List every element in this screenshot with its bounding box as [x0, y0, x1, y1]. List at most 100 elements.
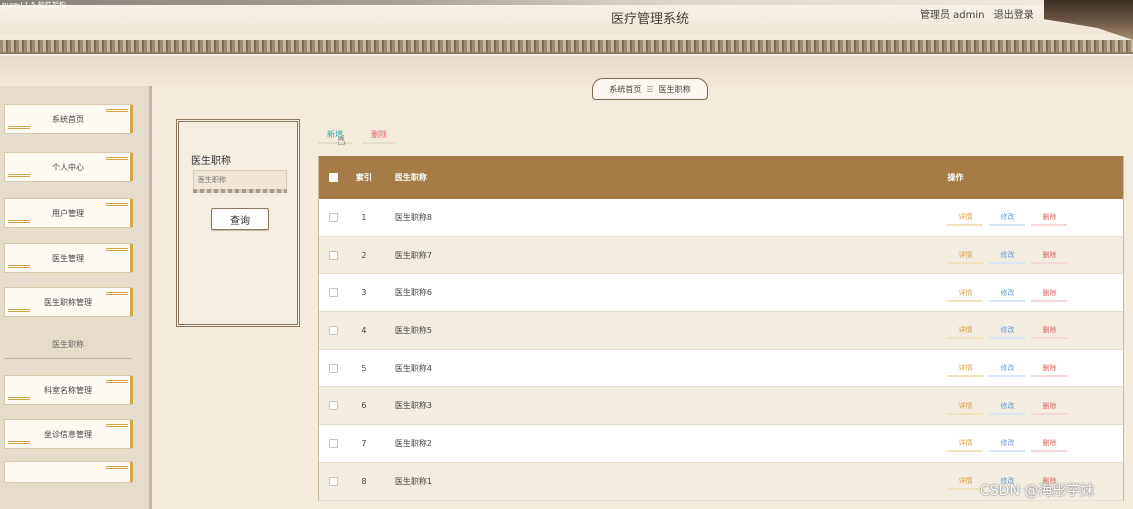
- search-panel: 医生职称 查询: [176, 119, 300, 327]
- row-delete-button[interactable]: 删除: [1031, 434, 1068, 453]
- row-checkbox-cell: [319, 363, 349, 373]
- table-row: 4 医生职称5 详情 修改 删除: [319, 312, 1123, 350]
- add-button[interactable]: 新增: [318, 124, 352, 144]
- row-checkbox[interactable]: [329, 250, 339, 260]
- item-edge-bar: [130, 105, 133, 133]
- row-delete-button[interactable]: 删除: [1031, 208, 1068, 227]
- sidebar-item-label: 个人中心: [52, 162, 84, 172]
- ribbon-decoration-icon: [106, 109, 128, 112]
- sidebar-item-label: 医生职称管理: [44, 297, 92, 307]
- breadcrumb-home[interactable]: 系统首页: [609, 84, 641, 95]
- row-name: 医生职称6: [394, 288, 432, 298]
- ribbon-decoration-icon: [8, 309, 30, 312]
- row-name: 医生职称3: [394, 401, 432, 411]
- sidebar-item-profile[interactable]: 个人中心: [4, 152, 133, 182]
- select-all-checkbox[interactable]: [329, 173, 339, 182]
- header-name: 医生职称: [394, 173, 427, 182]
- ribbon-decoration-icon: [106, 380, 128, 383]
- row-checkbox[interactable]: [329, 401, 339, 411]
- search-button[interactable]: 查询: [211, 208, 269, 230]
- row-index: 8: [361, 476, 367, 486]
- row-index: 6: [361, 401, 367, 411]
- detail-button[interactable]: 详情: [947, 284, 984, 302]
- row-index: 5: [361, 363, 367, 373]
- row-delete-button[interactable]: 删除: [1031, 397, 1068, 415]
- table-row: 3 医生职称6 详情 修改 删除: [319, 274, 1123, 313]
- row-index: 2: [361, 250, 367, 260]
- item-edge-bar: [130, 376, 133, 404]
- edit-button[interactable]: 修改: [989, 434, 1026, 453]
- row-checkbox-cell: [319, 401, 349, 411]
- table-header: 索引 医生职称 操作: [319, 156, 1123, 199]
- breadcrumb-current: 医生职称: [658, 84, 691, 94]
- sidebar-item-label: 科室名称管理: [44, 385, 92, 395]
- row-checkbox[interactable]: [329, 288, 339, 298]
- sidebar-subitem-doctor-title[interactable]: 医生职称: [4, 331, 132, 359]
- sidebar-item-doctor-titles[interactable]: 医生职称管理: [4, 287, 133, 317]
- detail-button[interactable]: 详情: [947, 246, 984, 265]
- detail-button[interactable]: 详情: [947, 472, 984, 491]
- edit-button[interactable]: 修改: [989, 359, 1026, 378]
- sidebar-item-label: 用户管理: [52, 208, 84, 218]
- sidebar-item-label: 医生管理: [52, 253, 84, 263]
- detail-button[interactable]: 详情: [947, 359, 984, 378]
- search-input[interactable]: [193, 170, 287, 190]
- row-checkbox[interactable]: [329, 325, 339, 335]
- row-checkbox[interactable]: [329, 476, 339, 486]
- user-area: 管理员 admin 退出登录: [920, 6, 1040, 21]
- row-name: 医生职称2: [394, 438, 432, 448]
- edit-button[interactable]: 修改: [989, 246, 1026, 265]
- sidebar-item-label: 坐诊信息管理: [44, 429, 92, 439]
- table-row: 7 医生职称2 详情 修改 删除: [319, 425, 1123, 463]
- top-header: pure-L1.5.软件架构 医疗管理系统 管理员 admin 退出登录: [0, 0, 1133, 34]
- ribbon-decoration-icon: [8, 397, 30, 400]
- sidebar-item-consultations[interactable]: 坐诊信息管理: [4, 419, 133, 449]
- detail-button[interactable]: 详情: [947, 321, 984, 340]
- item-edge-bar: [130, 462, 133, 482]
- row-checkbox-cell: [319, 476, 349, 486]
- row-ops: 详情 修改 删除: [933, 397, 1123, 415]
- row-index: 7: [361, 438, 367, 448]
- table-row: 2 医生职称7 详情 修改 删除: [319, 236, 1123, 275]
- item-edge-bar: [130, 288, 133, 316]
- sidebar-item-label: 系统首页: [52, 114, 84, 124]
- row-checkbox[interactable]: [329, 438, 339, 448]
- row-delete-button[interactable]: 删除: [1031, 321, 1068, 340]
- ribbon-decoration-icon: [106, 292, 128, 295]
- edit-button[interactable]: 修改: [989, 321, 1026, 340]
- delete-button[interactable]: 删除: [362, 124, 396, 144]
- sidebar-item-home[interactable]: 系统首页: [4, 104, 133, 134]
- sidebar-item-users[interactable]: 用户管理: [4, 198, 133, 228]
- ribbon-decoration-icon: [106, 466, 128, 469]
- table-row: 5 医生职称4 详情 修改 删除: [319, 350, 1123, 388]
- table-row: 6 医生职称3 详情 修改 删除: [319, 387, 1123, 426]
- row-name: 医生职称7: [394, 250, 432, 260]
- sidebar-item-doctors[interactable]: 医生管理: [4, 243, 133, 273]
- row-delete-button[interactable]: 删除: [1031, 284, 1068, 302]
- item-edge-bar: [130, 244, 133, 272]
- edit-button[interactable]: 修改: [989, 284, 1026, 302]
- ribbon-decoration-icon: [106, 424, 128, 427]
- sidebar-item-departments[interactable]: 科室名称管理: [4, 375, 133, 405]
- row-checkbox[interactable]: [329, 363, 339, 373]
- row-delete-button[interactable]: 删除: [1031, 359, 1068, 378]
- edit-button[interactable]: 修改: [989, 208, 1026, 227]
- table-row: 1 医生职称8 详情 修改 删除: [319, 199, 1123, 237]
- detail-button[interactable]: 详情: [947, 208, 984, 227]
- header-ops: 操作: [947, 173, 964, 182]
- breadcrumb-separator-icon: ☰: [646, 84, 654, 94]
- user-name: 管理员 admin: [920, 10, 985, 21]
- item-edge-bar: [130, 199, 133, 227]
- row-checkbox[interactable]: [329, 212, 339, 222]
- row-delete-button[interactable]: 删除: [1031, 246, 1068, 265]
- detail-button[interactable]: 详情: [947, 397, 984, 415]
- ribbon-decoration-icon: [106, 248, 128, 251]
- detail-button[interactable]: 详情: [947, 434, 984, 453]
- row-index: 3: [361, 288, 367, 298]
- logout-link[interactable]: 退出登录: [994, 10, 1034, 21]
- sidebar-item-more[interactable]: [4, 461, 133, 483]
- item-edge-bar: [130, 153, 133, 181]
- row-checkbox-cell: [319, 288, 349, 298]
- ribbon-decoration-icon: [8, 441, 30, 444]
- edit-button[interactable]: 修改: [989, 397, 1026, 415]
